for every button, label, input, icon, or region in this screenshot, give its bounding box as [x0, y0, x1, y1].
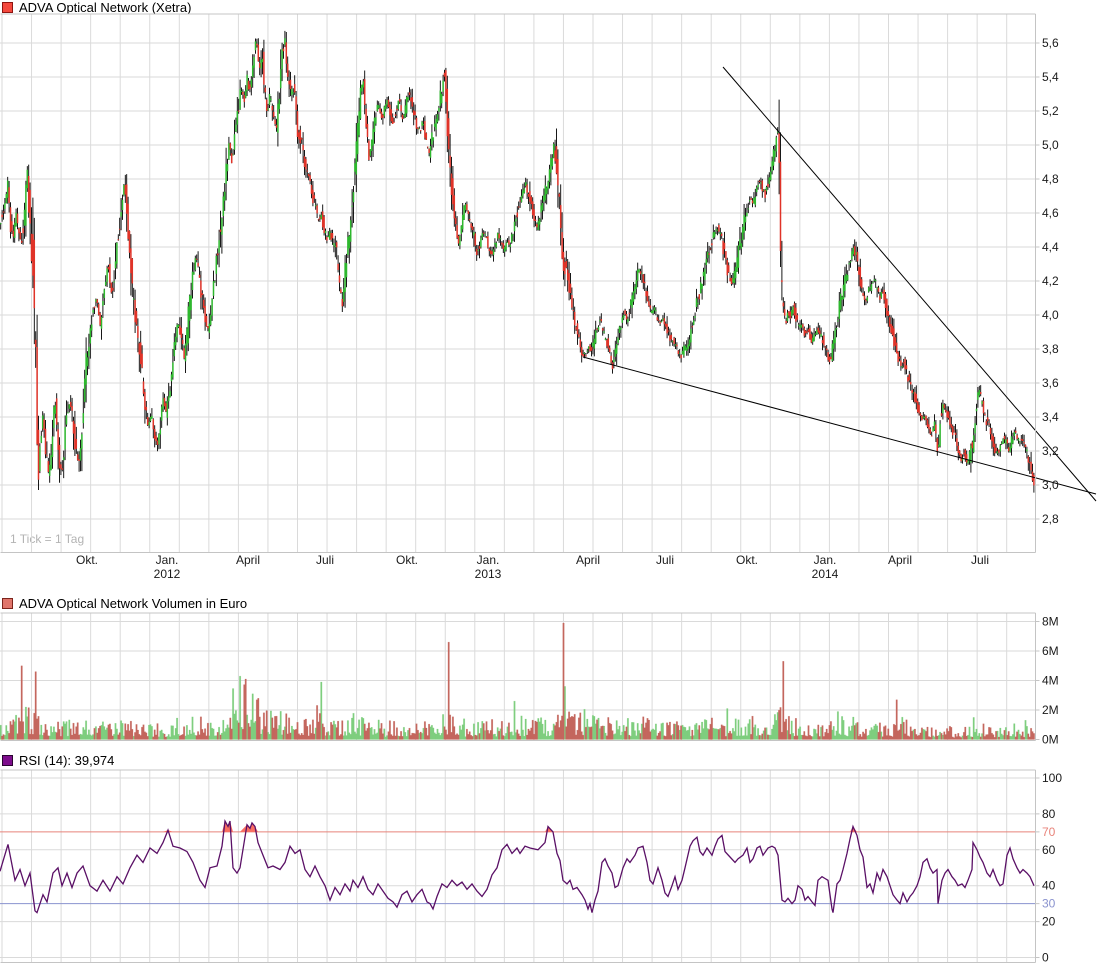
svg-text:70: 70: [1042, 825, 1056, 839]
svg-text:8M: 8M: [1042, 615, 1059, 629]
svg-text:5,0: 5,0: [1042, 138, 1059, 152]
svg-text:4M: 4M: [1042, 674, 1059, 688]
rsi-panel: 100 80 70 60 40 30 20 0: [0, 769, 1062, 965]
svg-text:4,0: 4,0: [1042, 308, 1059, 322]
price-panel: 5,6 5,4 5,2 5,0 4,8 4,6 4,4 4,2 4,0 3,8 3,6 3,4 3,2 3…: [0, 13, 1097, 581]
svg-text:80: 80: [1042, 807, 1056, 821]
svg-text:5,6: 5,6: [1042, 36, 1059, 50]
price-x-axis-labels: Okt. Jan.2012April Juli Okt. Jan.2013April Ju…: [76, 553, 989, 581]
svg-text:0M: 0M: [1042, 733, 1059, 747]
svg-text:4,4: 4,4: [1042, 240, 1059, 254]
svg-text:Jan.: Jan.: [814, 553, 837, 567]
svg-text:5,4: 5,4: [1042, 70, 1059, 84]
svg-text:Juli: Juli: [656, 553, 674, 567]
candle-wicks: [0, 30, 1035, 493]
svg-text:Jan.: Jan.: [156, 553, 179, 567]
svg-text:3,6: 3,6: [1042, 376, 1059, 390]
svg-text:Okt.: Okt.: [736, 553, 758, 567]
svg-text:Juli: Juli: [316, 553, 334, 567]
price-axis-labels: 5,6 5,4 5,2 5,0 4,8 4,6 4,4 4,2 4,0 3,8 3,6 3,4 3,2 3…: [1035, 36, 1059, 526]
svg-text:2012: 2012: [154, 567, 181, 581]
svg-text:3,4: 3,4: [1042, 410, 1059, 424]
svg-text:2014: 2014: [812, 567, 839, 581]
svg-text:100: 100: [1042, 771, 1062, 785]
svg-text:3,2: 3,2: [1042, 444, 1059, 458]
svg-text:2,8: 2,8: [1042, 512, 1059, 526]
svg-text:April: April: [576, 553, 600, 567]
stock-chart-page: ADVA Optical Network (Xetra) 1 Tick = 1 …: [0, 0, 1098, 971]
rsi-grid: [0, 770, 1036, 963]
svg-text:Okt.: Okt.: [396, 553, 418, 567]
svg-text:4,2: 4,2: [1042, 274, 1059, 288]
volume-panel: 8M 6M 4M 2M 0M: [0, 612, 1059, 747]
svg-text:4,8: 4,8: [1042, 172, 1059, 186]
svg-text:Jan.: Jan.: [477, 553, 500, 567]
svg-text:20: 20: [1042, 915, 1056, 929]
trendline-1: [722, 66, 1097, 502]
svg-text:3,0: 3,0: [1042, 478, 1059, 492]
svg-text:60: 60: [1042, 843, 1056, 857]
svg-text:Okt.: Okt.: [76, 553, 98, 567]
svg-text:0: 0: [1042, 951, 1049, 965]
volume-grid: [0, 613, 1036, 741]
svg-text:2M: 2M: [1042, 703, 1059, 717]
svg-text:30: 30: [1042, 897, 1056, 911]
rsi-line: [0, 819, 1035, 914]
svg-text:40: 40: [1042, 879, 1056, 893]
volume-axis-labels: 8M 6M 4M 2M 0M: [1035, 615, 1059, 747]
svg-text:Juli: Juli: [971, 553, 989, 567]
svg-text:5,2: 5,2: [1042, 104, 1059, 118]
svg-text:2013: 2013: [475, 567, 502, 581]
charts-canvas: 5,6 5,4 5,2 5,0 4,8 4,6 4,4 4,2 4,0 3,8 3,6 3,4 3,2 3…: [0, 13, 1097, 965]
volume-bars-down: [1, 622, 1035, 740]
svg-text:3,8: 3,8: [1042, 342, 1059, 356]
rsi-axis-labels: 100 80 70 60 40 30 20 0: [1035, 771, 1062, 965]
svg-text:6M: 6M: [1042, 644, 1059, 658]
svg-text:April: April: [236, 553, 260, 567]
rsi-overbought-fill: [0, 821, 1034, 832]
candles-down: [1, 42, 1035, 486]
svg-text:April: April: [888, 553, 912, 567]
price-grid: [0, 14, 1036, 553]
trendline-2: [582, 356, 1097, 495]
candles-up: [0, 38, 1028, 476]
svg-text:4,6: 4,6: [1042, 206, 1059, 220]
